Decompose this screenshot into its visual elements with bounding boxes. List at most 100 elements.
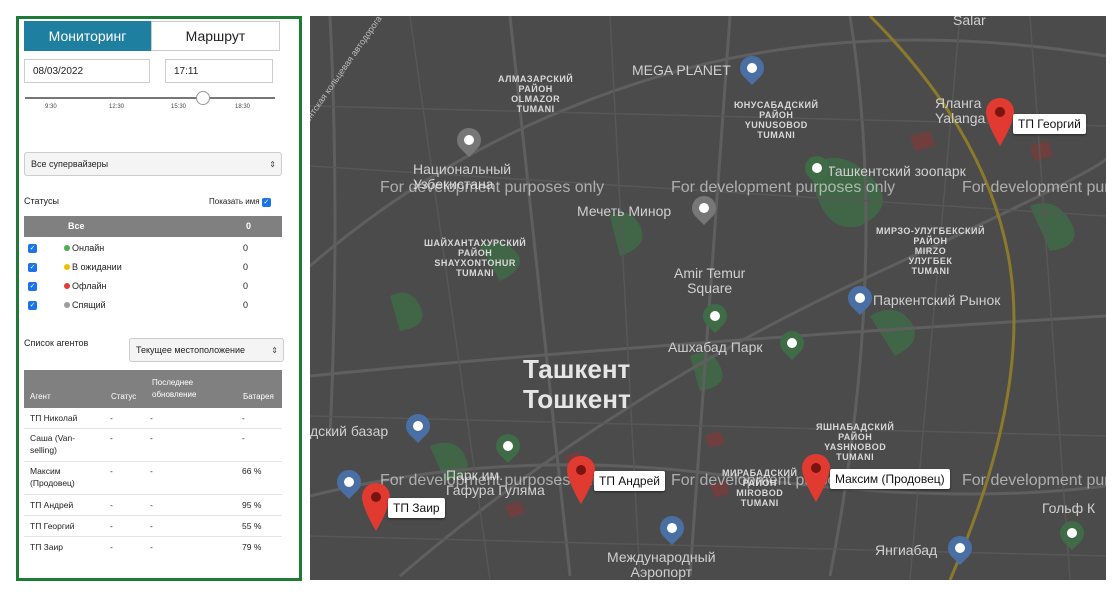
map-place: Salar [953, 16, 986, 28]
agent-name-line2: (Продовец) [30, 478, 75, 488]
agent-row[interactable]: ТП Николай - - - [24, 408, 282, 429]
dev-watermark: For development purposes only [671, 179, 896, 196]
status-checkbox[interactable]: ✓ [28, 263, 37, 272]
status-row[interactable]: ✓ Онлайн 0 [24, 239, 282, 258]
slider-tick: 18:30 [235, 104, 251, 110]
slider-tick: 9:30 [45, 104, 57, 110]
status-label: Офлайн [64, 281, 106, 291]
status-count: 0 [243, 281, 249, 291]
status-all-count: 0 [246, 221, 252, 231]
date-field[interactable]: 08/03/2022 [24, 59, 150, 83]
agent-pin-label[interactable]: Максим (Продовец) [830, 469, 950, 489]
map-place: MEGA PLANET [632, 62, 731, 78]
map-place: Международный Аэропорт [607, 549, 716, 580]
status-checkbox[interactable]: ✓ [28, 282, 37, 291]
slider-handle[interactable] [196, 91, 210, 105]
agent-row[interactable]: Максим (Продовец) - - 66 % [24, 462, 282, 495]
dev-watermark: For development purposes only [962, 472, 1106, 489]
agent-pin-label[interactable]: ТП Андрей [594, 471, 665, 491]
status-checkbox[interactable]: ✓ [28, 301, 37, 310]
map-pin-icon[interactable] [801, 454, 831, 502]
agent-row[interactable]: ТП Андрей - - 95 % [24, 495, 282, 516]
dev-watermark: For development purposes only [962, 179, 1106, 196]
status-row[interactable]: ✓ Офлайн 0 [24, 277, 282, 296]
show-name-label: Показать имя [209, 197, 260, 206]
agent-row[interactable]: ТП Георгий - - 55 % [24, 516, 282, 537]
status-label: В ожидании [64, 262, 122, 272]
agent-battery: - [242, 433, 245, 443]
agent-updated: - [150, 466, 153, 476]
agent-status: - [110, 413, 113, 423]
map-pin-icon[interactable] [566, 456, 596, 504]
agent-pin-label[interactable]: ТП Заир [388, 498, 445, 518]
slider-tick: 12:30 [109, 104, 125, 110]
supervisor-select[interactable]: Все супервайзеры ⇕ [24, 152, 282, 176]
agent-name: ТП Заир [30, 542, 63, 552]
district-label: ЮНУСАБАДСКИЙ РАЙОН YUNUSOBOD TUMANI [734, 100, 819, 140]
status-label: Спящий [64, 300, 106, 310]
col-updated-line2: обновление [152, 390, 197, 399]
agent-status: - [110, 542, 113, 552]
map-place: дский базар [310, 423, 389, 439]
agent-row[interactable]: Саша (Van- selling) - - - [24, 429, 282, 462]
dev-watermark: For development purposes only [380, 179, 605, 196]
map-place: Янгиабад [875, 542, 938, 558]
show-name-toggle[interactable]: Показать имя ✓ [209, 197, 271, 207]
agent-name-line2: selling) [30, 445, 57, 455]
agent-status: - [110, 500, 113, 510]
map-pin-icon[interactable] [361, 483, 391, 531]
agent-name: ТП Андрей [30, 500, 74, 510]
status-all-label: Все [68, 221, 85, 231]
supervisor-select-value: Все супервайзеры [31, 159, 109, 169]
slider-tick: 15:30 [171, 104, 187, 110]
agent-updated: - [150, 521, 153, 531]
sleeping-dot-icon [64, 302, 70, 308]
status-count: 0 [243, 300, 249, 310]
agent-updated: - [150, 433, 153, 443]
map-place: Ашхабад Парк [668, 339, 763, 355]
agents-view-select[interactable]: Текущее местоположение ⇕ [129, 338, 284, 362]
status-count: 0 [243, 262, 249, 272]
agent-row[interactable]: ТП Заир - - 79 % [24, 537, 282, 557]
mode-tabs: Мониторинг Маршрут [24, 21, 280, 51]
map-place: Яланга Yalanga [935, 95, 986, 126]
chevron-updown-icon: ⇕ [271, 345, 278, 355]
tab-monitoring[interactable]: Мониторинг [24, 21, 151, 51]
time-field[interactable]: 17:11 [165, 59, 273, 83]
control-panel: Мониторинг Маршрут 08/03/2022 17:11 9:30… [16, 16, 302, 581]
tab-route[interactable]: Маршрут [151, 21, 280, 51]
col-updated-line1: Последнее [152, 378, 194, 387]
statuses-label: Статусы [24, 196, 59, 206]
agent-battery: 66 % [242, 466, 262, 476]
agent-updated: - [150, 542, 153, 552]
agent-updated: - [150, 500, 153, 510]
district-label: АЛМАЗАРСКИЙ РАЙОН OLMAZOR TUMANI [498, 74, 574, 114]
agent-battery: 55 % [242, 521, 262, 531]
waiting-dot-icon [64, 264, 70, 270]
status-row[interactable]: ✓ В ожидании 0 [24, 258, 282, 277]
agent-name: Саша (Van- [30, 433, 76, 443]
agents-view-value: Текущее местоположение [136, 345, 246, 355]
agent-battery: - [242, 413, 245, 423]
agent-name: ТП Николай [30, 413, 78, 423]
status-row[interactable]: ✓ Спящий 0 [24, 296, 282, 315]
map-view[interactable]: Salar MEGA PLANET Национальный Узбекистан… [310, 16, 1106, 580]
col-status: Статус [111, 392, 137, 401]
status-checkbox[interactable]: ✓ [28, 244, 37, 253]
time-slider[interactable]: 9:30 12:30 15:30 18:30 [25, 91, 275, 122]
status-count: 0 [243, 243, 249, 253]
agent-battery: 95 % [242, 500, 262, 510]
map-place: Мечеть Минор [577, 203, 672, 219]
map-place: Гольф К [1042, 500, 1096, 516]
district-label: ШАЙХАНТАХУРСКИЙ РАЙОН SHAYXONTOHUR TUMANI [424, 238, 527, 278]
city-label: Ташкент Тошкент [523, 354, 631, 414]
agent-updated: - [150, 413, 153, 423]
col-agent: Агент [30, 392, 51, 401]
offline-dot-icon [64, 283, 70, 289]
col-battery: Батарея [243, 392, 274, 401]
slider-track [25, 97, 275, 99]
agent-pin-label[interactable]: ТП Георгий [1013, 114, 1086, 134]
map-pin-icon[interactable] [985, 98, 1015, 146]
show-name-checkbox[interactable]: ✓ [261, 198, 271, 207]
agent-name: ТП Георгий [30, 521, 75, 531]
